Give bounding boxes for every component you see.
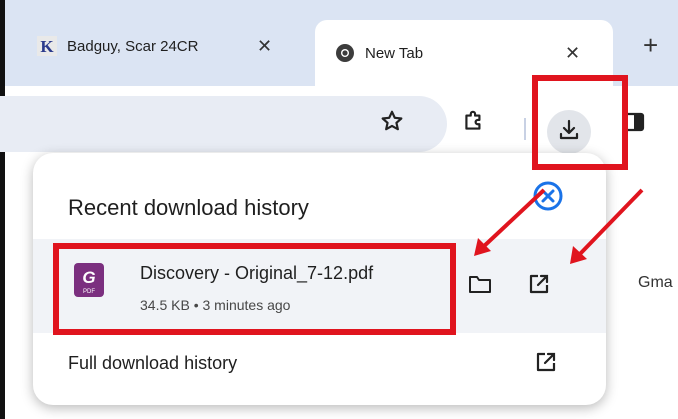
annotation-arrows [474, 188, 644, 264]
arrow-to-folder [474, 188, 546, 256]
arrow-to-open [570, 188, 644, 264]
browser-window: K Badguy, Scar 24CR ✕ New Tab ✕ + Gma Re… [0, 0, 678, 419]
